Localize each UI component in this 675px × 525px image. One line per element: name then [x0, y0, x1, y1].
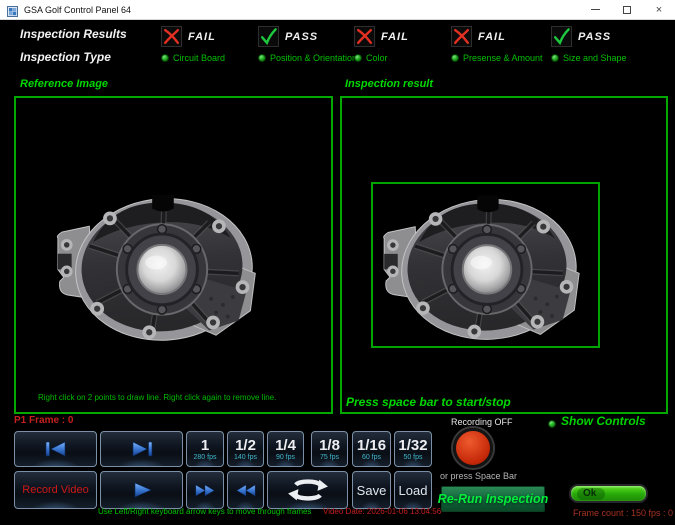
play-icon — [131, 481, 153, 499]
type-label: Size and Shape — [563, 53, 627, 63]
reference-part-image — [53, 183, 271, 348]
fast-forward-button[interactable] — [186, 471, 224, 509]
result-label: PASS — [285, 31, 318, 43]
indicator-size-shape: PASS Size and Shape — [551, 25, 627, 63]
type-label: Position & Orientation — [270, 53, 357, 63]
fast-forward-icon — [194, 484, 216, 497]
video-date: Video Date: 2026-01-06 13:04:56 — [323, 507, 441, 516]
load-button[interactable]: Load — [394, 471, 432, 509]
frame-status: P1 Frame : 0 — [14, 415, 73, 426]
speed-half-button[interactable]: 1/2 140 fps — [227, 431, 264, 467]
ok-button[interactable]: Ok — [569, 484, 648, 503]
step-forward-button[interactable] — [100, 431, 183, 467]
rerun-inspection-button[interactable]: Re-Run Inspection — [441, 486, 545, 512]
loop-icon — [287, 477, 329, 503]
result-label: FAIL — [478, 31, 506, 43]
detection-bounding-box — [371, 182, 600, 348]
titlebar: GSA Golf Control Panel 64 × — [0, 0, 675, 20]
spacebar-hint: Press space bar to start/stop — [346, 395, 511, 409]
result-label: FAIL — [188, 31, 216, 43]
draw-line-hint: Right click on 2 points to draw line. Ri… — [38, 393, 276, 402]
inspection-result-title: Inspection result — [345, 78, 433, 90]
indicator-presense-amount: FAIL Presense & Amount — [451, 25, 543, 63]
maximize-icon — [623, 6, 631, 14]
save-button[interactable]: Save — [352, 471, 391, 509]
show-controls-toggle[interactable]: Show Controls — [561, 414, 646, 428]
status-led — [551, 54, 559, 62]
minimize-button[interactable] — [579, 0, 611, 19]
speed-sixteenth-button[interactable]: 1/16 60 fps — [352, 431, 391, 467]
speed-eighth-button[interactable]: 1/8 75 fps — [311, 431, 348, 467]
app-icon — [7, 4, 18, 15]
status-led — [354, 54, 362, 62]
type-label: Circuit Board — [173, 53, 225, 63]
inspection-type-label: Inspection Type — [20, 50, 111, 64]
reference-image-panel[interactable]: Right click on 2 points to draw line. Ri… — [14, 96, 333, 414]
close-button[interactable]: × — [643, 0, 675, 19]
pass-icon — [551, 26, 572, 47]
indicator-position-orientation: PASS Position & Orientation — [258, 25, 357, 63]
status-led — [161, 54, 169, 62]
play-button[interactable] — [100, 471, 183, 509]
status-led — [451, 54, 459, 62]
reference-image-title: Reference Image — [20, 78, 108, 90]
pass-icon — [258, 26, 279, 47]
result-label: PASS — [578, 31, 611, 43]
app-window: GSA Golf Control Panel 64 × Inspection R… — [0, 0, 675, 525]
maximize-button[interactable] — [611, 0, 643, 19]
indicator-color: FAIL Color — [354, 25, 409, 63]
type-label: Color — [366, 53, 388, 63]
keyboard-hint: Use Left/Right keyboard arrow keys to mo… — [98, 507, 311, 516]
step-forward-icon — [129, 440, 155, 458]
speed-quarter-button[interactable]: 1/4 90 fps — [267, 431, 304, 467]
inspection-result-panel[interactable]: Press space bar to start/stop — [340, 96, 668, 414]
fail-icon — [451, 26, 472, 47]
indicator-circuit-board: FAIL Circuit Board — [161, 25, 225, 63]
frame-count-label: Frame count : 150 fps : 0 — [573, 508, 673, 518]
status-led — [258, 54, 266, 62]
recording-status-label: Recording OFF — [451, 417, 513, 427]
type-label: Presense & Amount — [463, 53, 543, 63]
rewind-icon — [235, 484, 257, 497]
fail-icon — [161, 26, 182, 47]
show-controls-led — [548, 420, 556, 428]
record-video-button[interactable]: Record Video — [14, 471, 97, 509]
step-back-button[interactable] — [14, 431, 97, 467]
speed-1-button[interactable]: 1 280 fps — [186, 431, 224, 467]
rewind-button[interactable] — [227, 471, 264, 509]
speed-thirtysecond-button[interactable]: 1/32 50 fps — [394, 431, 432, 467]
fail-icon — [354, 26, 375, 47]
loop-button[interactable] — [267, 471, 348, 509]
spacebar-record-hint: or press Space Bar — [440, 471, 517, 481]
inspection-results-label: Inspection Results — [20, 27, 127, 41]
step-back-icon — [43, 440, 69, 458]
window-title: GSA Golf Control Panel 64 — [24, 5, 131, 15]
result-label: FAIL — [381, 31, 409, 43]
window-controls: × — [579, 0, 675, 19]
minimize-icon — [591, 9, 600, 10]
ok-label: Ok — [577, 488, 605, 500]
record-button[interactable] — [453, 428, 493, 468]
